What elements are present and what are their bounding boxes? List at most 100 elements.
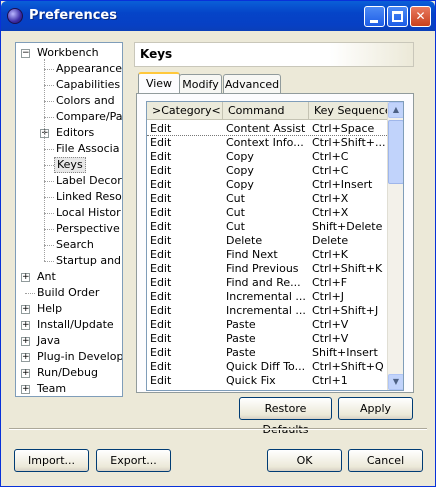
expand-icon[interactable]: + xyxy=(21,273,30,282)
cell-category: Edit xyxy=(150,150,172,163)
ok-button[interactable]: OK xyxy=(267,449,342,472)
table-row[interactable]: Edit Paste Shift+Insert xyxy=(147,346,387,360)
tab-panel-view: >Category< Command Key Sequence Edit Cont… xyxy=(136,93,414,393)
tree-item[interactable]: Appearance xyxy=(16,61,123,77)
tree-item[interactable]: Compare/Pa xyxy=(16,109,122,125)
tree-connector xyxy=(44,117,54,118)
table-row[interactable]: Edit Copy Ctrl+Insert xyxy=(147,178,387,192)
tab-advanced[interactable]: Advanced xyxy=(223,74,281,95)
table-row[interactable]: Edit Find Previous Ctrl+Shift+K xyxy=(147,262,387,276)
apply-button[interactable]: Apply xyxy=(338,397,413,420)
tree-item[interactable]: File Associa xyxy=(16,141,122,157)
tree-item[interactable]: + Ant xyxy=(16,269,122,285)
keys-table[interactable]: >Category< Command Key Sequence Edit Cont… xyxy=(146,101,404,391)
cell-command: Copy xyxy=(226,178,254,191)
cell-command: Content Assist xyxy=(226,122,306,135)
maximize-button[interactable] xyxy=(387,6,408,27)
tree-item-label: Capabilities xyxy=(56,78,121,91)
export-button[interactable]: Export... xyxy=(96,449,171,472)
cell-key-sequence: Ctrl+Insert xyxy=(312,178,373,191)
table-row[interactable]: Edit Cut Ctrl+X xyxy=(147,206,387,220)
preference-tree[interactable]: − Workbench Appearance Capabilities Colors a… xyxy=(15,42,123,397)
column-header-category[interactable]: >Category< xyxy=(147,102,223,120)
tree-connector xyxy=(25,293,35,294)
table-row[interactable]: Edit Cut Ctrl+X xyxy=(147,192,387,206)
tree-item[interactable]: + Team xyxy=(16,381,122,396)
expand-icon[interactable]: + xyxy=(21,305,30,314)
tree-item[interactable]: + Java xyxy=(16,333,122,349)
tree-item[interactable]: + Install/Update xyxy=(16,317,122,333)
expand-icon[interactable]: + xyxy=(21,337,30,346)
scroll-thumb[interactable] xyxy=(388,120,403,184)
tree-item[interactable]: Linked Reso xyxy=(16,189,122,205)
cell-category: Edit xyxy=(150,290,172,303)
tree-item[interactable]: + Run/Debug xyxy=(16,365,122,381)
tree-item[interactable]: Local Histor xyxy=(16,205,122,221)
tree-item[interactable]: − Workbench xyxy=(16,45,122,61)
tree-item[interactable]: + Help xyxy=(16,301,122,317)
tree-item[interactable]: + Editors xyxy=(16,125,122,141)
expand-icon[interactable]: + xyxy=(21,369,30,378)
table-row[interactable]: Edit Copy Ctrl+C xyxy=(147,164,387,178)
tree-item[interactable]: Colors and xyxy=(16,93,122,109)
table-row[interactable]: Edit Copy Ctrl+C xyxy=(147,150,387,164)
table-row[interactable]: Edit Paste Ctrl+V xyxy=(147,332,387,346)
tree-item[interactable]: Build Order xyxy=(16,285,122,301)
expand-icon[interactable]: + xyxy=(21,321,30,330)
table-header: >Category< Command Key Sequence xyxy=(147,102,392,120)
expand-icon[interactable]: + xyxy=(21,353,30,362)
table-row[interactable]: Edit Delete Delete xyxy=(147,234,387,248)
minimize-button[interactable] xyxy=(364,6,385,27)
cell-command: Quick Fix xyxy=(226,374,276,387)
table-row[interactable]: Edit Context Info... Ctrl+Shift+... xyxy=(147,136,387,150)
tree-item[interactable]: Perspective xyxy=(16,221,122,237)
eclipse-icon xyxy=(7,8,23,24)
cell-category: Edit xyxy=(150,304,172,317)
tab-modify[interactable]: Modify xyxy=(179,74,222,95)
cell-key-sequence: Ctrl+Shift+... xyxy=(312,136,386,149)
scroll-up-button[interactable]: ▲ xyxy=(388,102,403,118)
cell-command: Quick Diff To... xyxy=(226,360,306,373)
expand-icon[interactable]: + xyxy=(21,385,30,394)
column-header-key-sequence[interactable]: Key Sequence xyxy=(309,102,392,120)
table-vertical-scrollbar[interactable]: ▲ ▼ xyxy=(387,102,403,390)
chevron-up-icon: ▲ xyxy=(392,105,400,114)
tree-item-label: File Associa xyxy=(56,142,120,155)
cell-category: Edit xyxy=(150,346,172,359)
cancel-button[interactable]: Cancel xyxy=(348,449,423,472)
column-header-command[interactable]: Command xyxy=(223,102,309,120)
collapse-icon[interactable]: − xyxy=(21,49,30,58)
tab-advanced-label: Advanced xyxy=(224,78,280,91)
table-row[interactable]: Edit Quick Fix Ctrl+1 xyxy=(147,374,387,388)
close-button[interactable]: ✕ xyxy=(410,6,431,27)
cell-command: Context Info... xyxy=(226,136,304,149)
table-row[interactable]: Edit Incremental ... Ctrl+Shift+J xyxy=(147,304,387,318)
tree-connector xyxy=(44,245,54,246)
maximize-icon xyxy=(392,11,403,22)
tree-item[interactable]: Keys xyxy=(16,157,122,173)
tree-item[interactable]: Search xyxy=(16,237,122,253)
tree-item[interactable]: Capabilities xyxy=(16,77,122,93)
tree-item-label: Appearance xyxy=(56,62,123,75)
tree-item[interactable]: Label Decor xyxy=(16,173,122,189)
table-row[interactable]: Edit Cut Shift+Delete xyxy=(147,220,387,234)
table-row[interactable]: Edit Quick Diff To... Ctrl+Shift+Q xyxy=(147,360,387,374)
import-button[interactable]: Import... xyxy=(14,449,89,472)
restore-defaults-button[interactable]: Restore Defaults xyxy=(239,397,332,436)
table-row[interactable]: Edit Paste Ctrl+V xyxy=(147,318,387,332)
cell-command: Cut xyxy=(226,206,245,219)
table-row[interactable]: Edit Incremental ... Ctrl+J xyxy=(147,290,387,304)
separator xyxy=(9,428,427,430)
table-row[interactable]: Edit Find and Re... Ctrl+F xyxy=(147,276,387,290)
cell-key-sequence: Ctrl+C xyxy=(312,164,349,177)
table-row[interactable]: Edit Content Assist Ctrl+Space xyxy=(147,122,387,136)
tree-item[interactable]: + Plug-in Develop xyxy=(16,349,122,365)
tree-item[interactable]: Startup and xyxy=(16,253,122,269)
cell-command: Copy xyxy=(226,150,254,163)
cell-key-sequence: Ctrl+X xyxy=(312,206,349,219)
table-row[interactable]: Edit Find Next Ctrl+K xyxy=(147,248,387,262)
cell-category: Edit xyxy=(150,164,172,177)
cell-category: Edit xyxy=(150,220,172,233)
scroll-down-button[interactable]: ▼ xyxy=(388,374,403,390)
title-bar[interactable]: Preferences ✕ xyxy=(1,1,435,31)
